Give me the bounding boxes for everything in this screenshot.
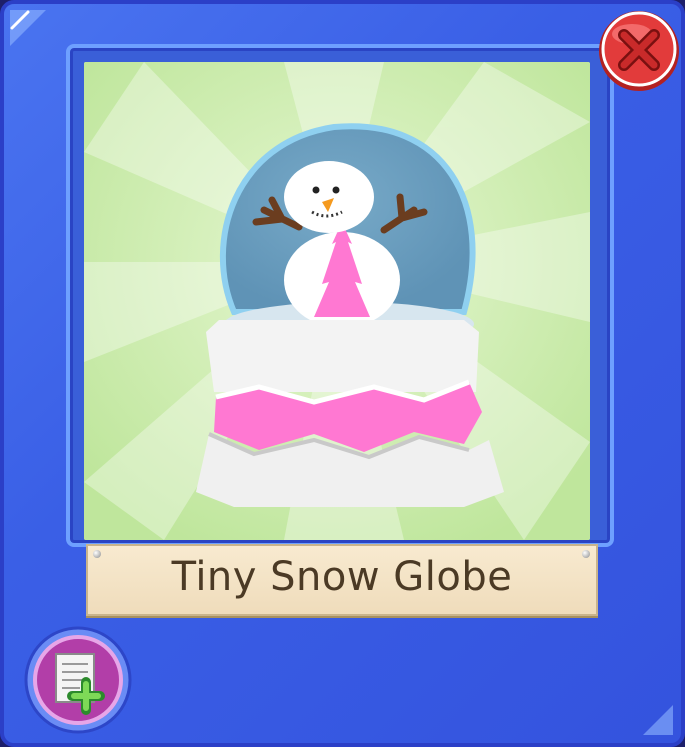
document-plus-icon [55,653,105,715]
close-button[interactable] [594,8,684,94]
item-name: Tiny Snow Globe [171,554,513,600]
corner-gleam-icon [643,705,673,735]
item-nameplate: Tiny Snow Globe [86,544,598,616]
tiny-snow-globe-image [84,62,590,540]
add-to-list-button[interactable] [22,624,134,736]
corner-gleam-icon [10,10,46,46]
item-preview [84,62,590,540]
item-card: Tiny Snow Globe [0,0,685,747]
